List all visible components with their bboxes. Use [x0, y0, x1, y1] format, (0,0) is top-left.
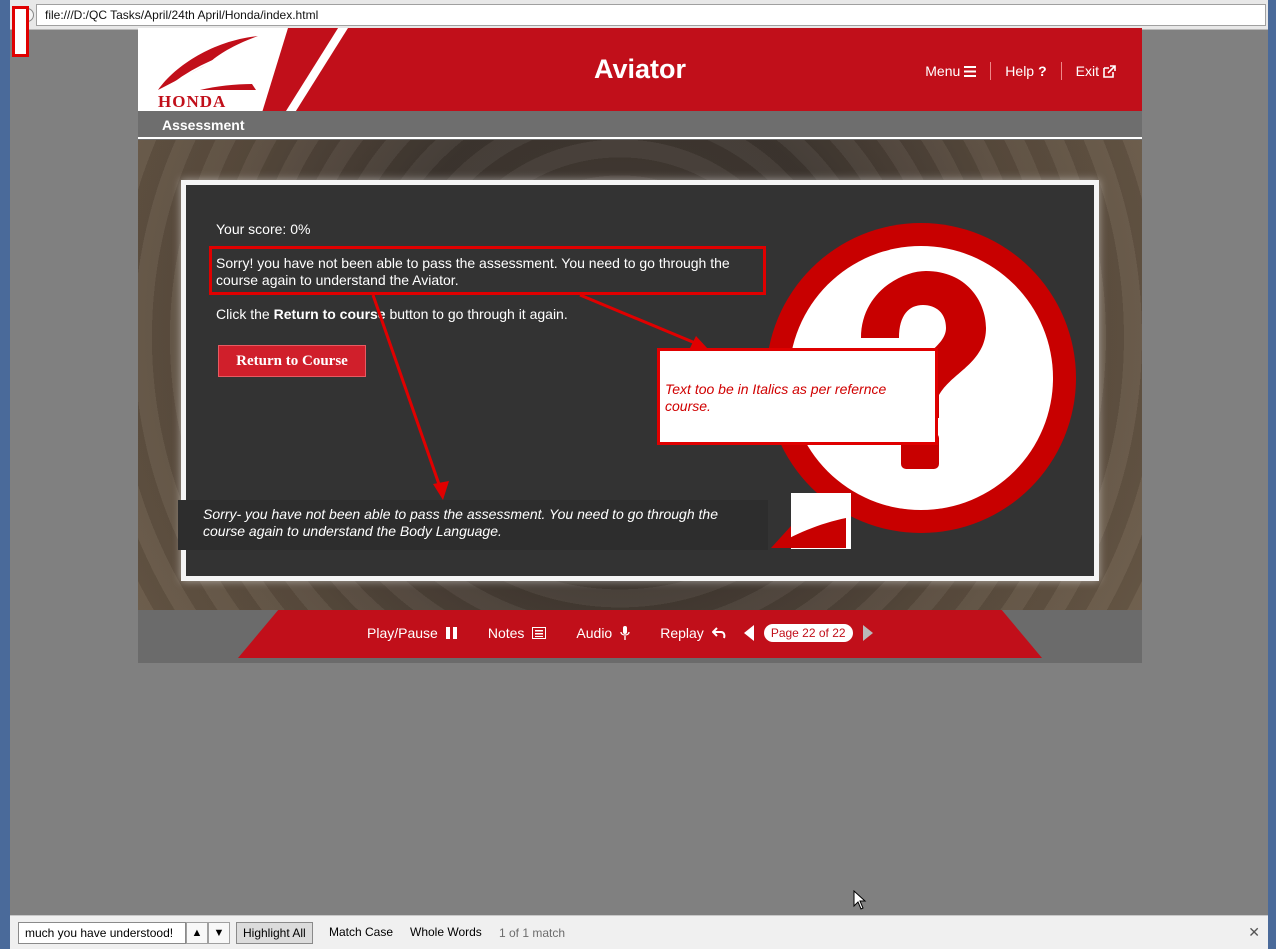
annotation-arrows [371, 293, 708, 500]
annotation-note: Text too be in Italics as per refernce c… [657, 348, 938, 445]
match-case-option[interactable]: Match Case [323, 922, 399, 944]
annotation-note-text: Text too be in Italics as per refernce c… [665, 381, 887, 414]
match-count: 1 of 1 match [499, 926, 566, 940]
find-next-button[interactable]: ▼ [208, 922, 230, 944]
find-previous-button[interactable]: ▲ [186, 922, 208, 944]
highlight-all-button[interactable]: Highlight All [236, 922, 313, 944]
whole-words-option[interactable]: Whole Words [404, 922, 488, 944]
find-input[interactable]: much you have understood! [18, 922, 186, 944]
close-icon[interactable]: ✕ [1248, 924, 1260, 941]
mouse-cursor-icon [853, 890, 867, 910]
chevron-up-icon: ▲ [191, 927, 203, 939]
find-bar: much you have understood! ▲ ▼ Highlight … [10, 915, 1268, 949]
chevron-down-icon: ▼ [213, 927, 225, 939]
